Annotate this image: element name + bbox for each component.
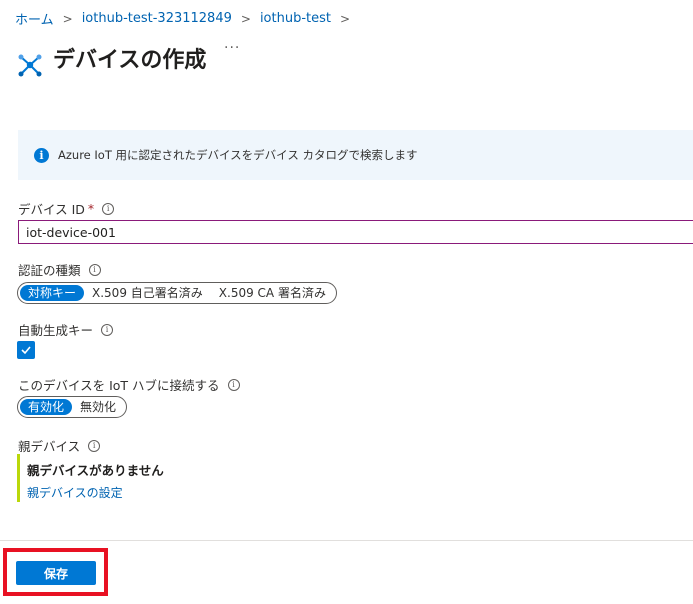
save-button[interactable]: 保存 [16, 561, 96, 585]
connect-toggle: 有効化 無効化 [17, 396, 128, 418]
parent-device-label: 親デバイス i [18, 436, 101, 455]
auth-option-symmetric-key[interactable]: 対称キー [20, 285, 85, 301]
page-title: デバイスの作成 [53, 48, 207, 73]
auto-generate-label: 自動生成キー i [18, 320, 114, 339]
parent-device-box: 親デバイスがありません 親デバイスの設定 [17, 454, 217, 502]
breadcrumb: ホーム > iothub-test-323112849 > iothub-tes… [15, 9, 359, 28]
info-icon[interactable]: i [88, 439, 101, 452]
chevron-right-icon: > [62, 11, 73, 26]
auto-generate-label-text: 自動生成キー [18, 323, 94, 338]
info-icon[interactable]: i [102, 202, 115, 215]
set-parent-link[interactable]: 親デバイスの設定 [27, 484, 217, 501]
auth-type-toggle: 対称キー X.509 自己署名済み X.509 CA 署名済み [17, 282, 337, 304]
info-icon[interactable]: i [227, 378, 240, 391]
auth-option-x509-self-signed[interactable]: X.509 自己署名済み [84, 285, 211, 301]
connect-label-text: このデバイスを IoT ハブに接続する [18, 378, 220, 393]
device-id-input[interactable] [18, 220, 693, 244]
connect-option-enable[interactable]: 有効化 [20, 399, 73, 415]
info-icon[interactable]: i [88, 263, 101, 276]
auth-option-x509-ca-signed[interactable]: X.509 CA 署名済み [211, 285, 334, 301]
auth-type-label-text: 認証の種類 [18, 263, 81, 278]
chevron-right-icon: > [340, 11, 351, 26]
required-asterisk: * [87, 201, 95, 216]
connect-label: このデバイスを IoT ハブに接続する i [18, 375, 240, 394]
breadcrumb-home[interactable]: ホーム [15, 9, 54, 28]
auth-type-label: 認証の種類 i [18, 260, 101, 279]
auto-generate-checkbox[interactable] [17, 341, 35, 359]
device-id-label: デバイス ID * i [18, 199, 115, 218]
breadcrumb-hub[interactable]: iothub-test-323112849 [82, 11, 232, 26]
footer-divider [0, 540, 693, 541]
no-parent-text: 親デバイスがありません [27, 463, 164, 478]
connect-option-disable[interactable]: 無効化 [72, 399, 124, 415]
info-icon: i [34, 147, 49, 163]
info-banner-text: Azure IoT 用に認定されたデバイスをデバイス カタログで検索します [58, 148, 418, 162]
page-header: デバイスの作成 [15, 36, 206, 80]
breadcrumb-iothub[interactable]: iothub-test [260, 11, 331, 26]
device-id-label-text: デバイス ID [18, 202, 85, 217]
info-banner: i Azure IoT 用に認定されたデバイスをデバイス カタログで検索します [18, 130, 693, 180]
chevron-right-icon: > [240, 11, 251, 26]
checkmark-icon [21, 346, 31, 355]
more-options-button[interactable]: ··· [224, 40, 240, 56]
iot-device-icon [18, 54, 42, 77]
info-icon[interactable]: i [101, 323, 114, 336]
parent-device-label-text: 親デバイス [18, 439, 81, 454]
